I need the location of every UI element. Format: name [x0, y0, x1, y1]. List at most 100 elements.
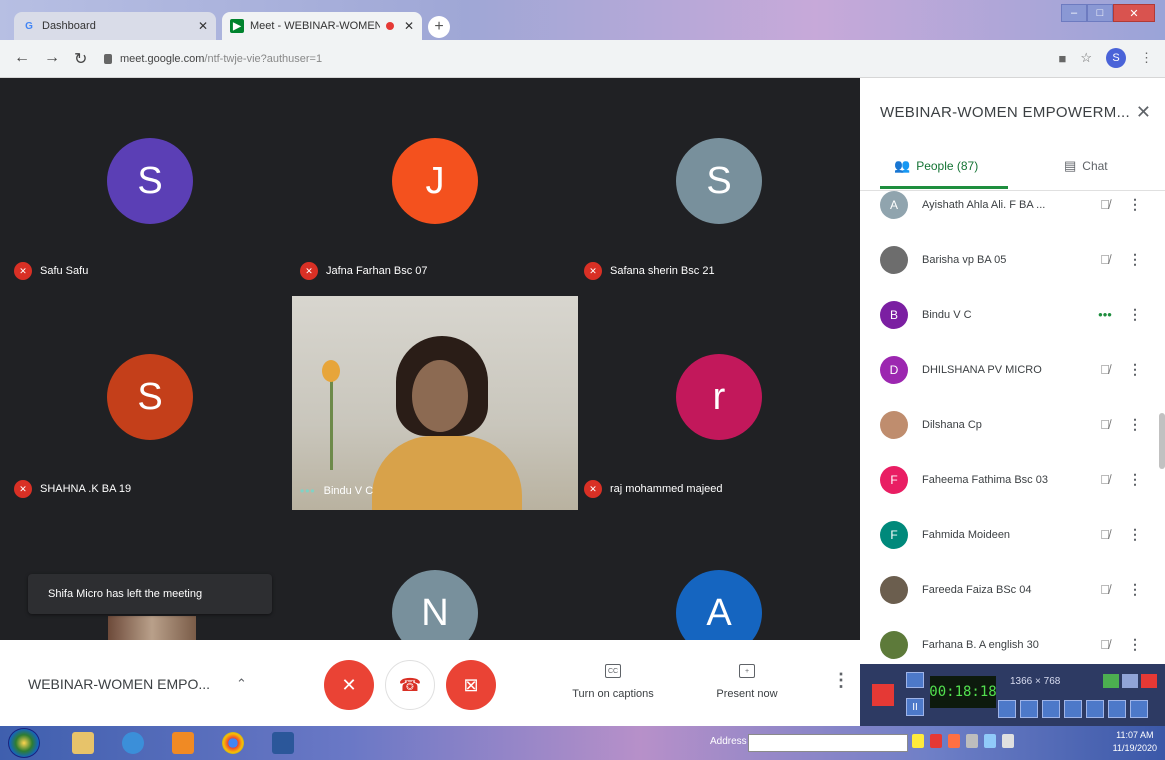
recorder-window-controls — [1103, 674, 1157, 688]
tab-chat[interactable]: ▤ Chat — [1064, 158, 1108, 174]
notification-toast: Shifa Micro has left the meeting — [28, 574, 272, 614]
tray-icon[interactable] — [912, 734, 924, 748]
list-item[interactable]: D DHILSHANA PV MICRO 🎙̸ ⋮ — [860, 342, 1150, 397]
chrome-icon[interactable] — [222, 732, 244, 754]
participant-name: Farhana B. A english 30 — [922, 638, 1039, 651]
clock-time: 11:07 AM — [1116, 730, 1154, 740]
network-icon[interactable] — [1002, 734, 1014, 748]
list-item[interactable]: F Fahmida Moideen 🎙̸ ⋮ — [860, 507, 1150, 562]
more-vert-icon[interactable]: ⋮ — [1120, 526, 1150, 543]
webcam-icon[interactable] — [1042, 700, 1060, 718]
mic-off-icon: 🎙̸ — [1100, 362, 1110, 377]
pen-icon[interactable] — [1086, 700, 1104, 718]
tab-label: Chat — [1082, 159, 1108, 173]
minimize-button[interactable] — [1122, 674, 1138, 688]
folder-icon[interactable] — [1108, 700, 1126, 718]
captions-button[interactable]: CC Turn on captions — [558, 664, 668, 700]
list-item[interactable]: Fareeda Faiza BSc 04 🎙̸ ⋮ — [860, 562, 1150, 617]
more-vert-icon[interactable]: ⋮ — [1120, 361, 1150, 378]
more-vert-icon[interactable]: ⋮ — [1120, 636, 1150, 653]
camera-toggle-button[interactable]: ⊠ — [446, 660, 496, 710]
more-vert-icon[interactable]: ⋮ — [1120, 196, 1150, 213]
window-close-button[interactable]: ✕ — [1113, 4, 1155, 22]
url-input[interactable]: meet.google.com /ntf-twje-vie?authuser=1 — [104, 47, 1054, 71]
more-vert-icon[interactable]: ⋮ — [1120, 306, 1150, 323]
close-icon[interactable]: ✕ — [404, 19, 414, 33]
mic-toggle-button[interactable]: ✕ — [324, 660, 374, 710]
meeting-title[interactable]: WEBINAR-WOMEN EMPO... — [28, 676, 210, 692]
restore-button[interactable] — [1103, 674, 1119, 688]
video-tile[interactable]: ••• Bindu V C — [292, 296, 578, 510]
address-toolbar-input[interactable] — [748, 734, 908, 752]
list-item[interactable]: F Faheema Fathima Bsc 03 🎙̸ ⋮ — [860, 452, 1150, 507]
more-vert-icon[interactable]: ⋮ — [1140, 50, 1153, 66]
cursor-icon[interactable] — [1064, 700, 1082, 718]
leave-call-button[interactable]: ☎ — [385, 660, 435, 710]
list-item[interactable]: B Bindu V C ••• ⋮ — [860, 287, 1150, 342]
list-item[interactable]: Farhana B. A english 30 🎙̸ ⋮ — [860, 617, 1150, 664]
mic-off-icon: 🎙̸ — [1100, 417, 1110, 432]
participant-name: Dilshana Cp — [922, 418, 982, 431]
more-vert-icon[interactable]: ⋮ — [1120, 251, 1150, 268]
microphone-icon[interactable] — [1020, 700, 1038, 718]
recording-indicator-icon — [385, 22, 394, 30]
scrollbar[interactable] — [1159, 413, 1165, 469]
more-vert-icon[interactable]: ⋮ — [1120, 416, 1150, 433]
settings-icon[interactable] — [1130, 700, 1148, 718]
close-icon[interactable]: ✕ — [1136, 102, 1151, 123]
avatar — [880, 575, 908, 604]
reload-icon[interactable]: ↻ — [74, 49, 87, 69]
maximize-button[interactable]: □ — [1087, 4, 1113, 22]
list-item[interactable]: Barisha vp BA 05 🎙̸ ⋮ — [860, 232, 1150, 287]
media-player-icon[interactable] — [172, 732, 194, 754]
close-icon[interactable]: ✕ — [198, 19, 208, 33]
star-icon[interactable]: ☆ — [1080, 50, 1092, 66]
tray-icon[interactable] — [966, 734, 978, 748]
minimize-button[interactable]: – — [1061, 4, 1087, 22]
start-button[interactable] — [8, 728, 40, 758]
word-icon[interactable] — [272, 732, 294, 754]
screen-recorder-widget: II 00:18:18 1366 × 768 — [860, 664, 1165, 726]
system-clock[interactable]: 11:07 AM 11/19/2020 — [1113, 729, 1157, 755]
tab-dashboard[interactable]: G Dashboard ✕ — [14, 12, 216, 40]
list-item[interactable]: Dilshana Cp 🎙̸ ⋮ — [860, 397, 1150, 452]
back-arrow-icon[interactable]: ← — [14, 49, 30, 67]
more-vert-icon[interactable]: ⋮ — [1120, 581, 1150, 598]
participant-name: Bindu V C — [323, 485, 374, 497]
tray-icon[interactable] — [930, 734, 942, 748]
recorder-tools — [998, 700, 1148, 718]
more-vert-icon[interactable]: ⋮ — [1120, 471, 1150, 488]
pause-button[interactable]: II — [906, 698, 924, 716]
chat-icon: ▤ — [1064, 158, 1077, 173]
system-tray — [912, 734, 1014, 748]
tab-meet[interactable]: ▶ Meet - WEBINAR-WOMEN E ✕ — [222, 12, 422, 40]
present-now-button[interactable]: + Present now — [692, 664, 802, 700]
internet-explorer-icon[interactable] — [122, 732, 144, 754]
participant-name-label: ✕ Safana sherin Bsc 21 — [584, 262, 715, 280]
speaker-icon[interactable] — [998, 700, 1016, 718]
more-options-icon[interactable]: ⋮ — [832, 670, 850, 691]
mic-off-icon: 🎙̸ — [1100, 637, 1110, 652]
record-resolution: 1366 × 768 — [1010, 676, 1061, 687]
new-tab-button[interactable]: + — [428, 16, 450, 38]
camera-icon[interactable]: ■ — [1058, 51, 1066, 66]
profile-avatar[interactable]: S — [1106, 48, 1126, 68]
address-bar: ← → ↻ meet.google.com /ntf-twje-vie?auth… — [0, 40, 1165, 78]
chevron-up-icon[interactable]: ⌃ — [236, 676, 247, 692]
participant-name-label: ✕ raj mohammed majeed — [584, 480, 723, 498]
file-explorer-icon[interactable] — [72, 732, 94, 754]
camera-icon[interactable] — [906, 672, 924, 688]
tray-icon[interactable] — [948, 734, 960, 748]
tab-people[interactable]: 👥 People (87) — [894, 158, 978, 174]
captions-label: Turn on captions — [572, 688, 654, 700]
lock-icon — [104, 54, 112, 64]
stop-record-button[interactable] — [872, 684, 894, 706]
browser-tab-strip: G Dashboard ✕ ▶ Meet - WEBINAR-WOMEN E ✕… — [0, 0, 1165, 40]
forward-arrow-icon[interactable]: → — [44, 49, 60, 67]
participant-name: Safu Safu — [40, 265, 89, 277]
tab-label: People (87) — [916, 159, 979, 173]
close-button[interactable] — [1141, 674, 1157, 688]
volume-icon[interactable] — [984, 734, 996, 748]
list-item[interactable]: A Ayishath Ahla Ali. F BA ... 🎙̸ ⋮ — [860, 191, 1150, 232]
participant-name: Safana sherin Bsc 21 — [610, 265, 715, 277]
